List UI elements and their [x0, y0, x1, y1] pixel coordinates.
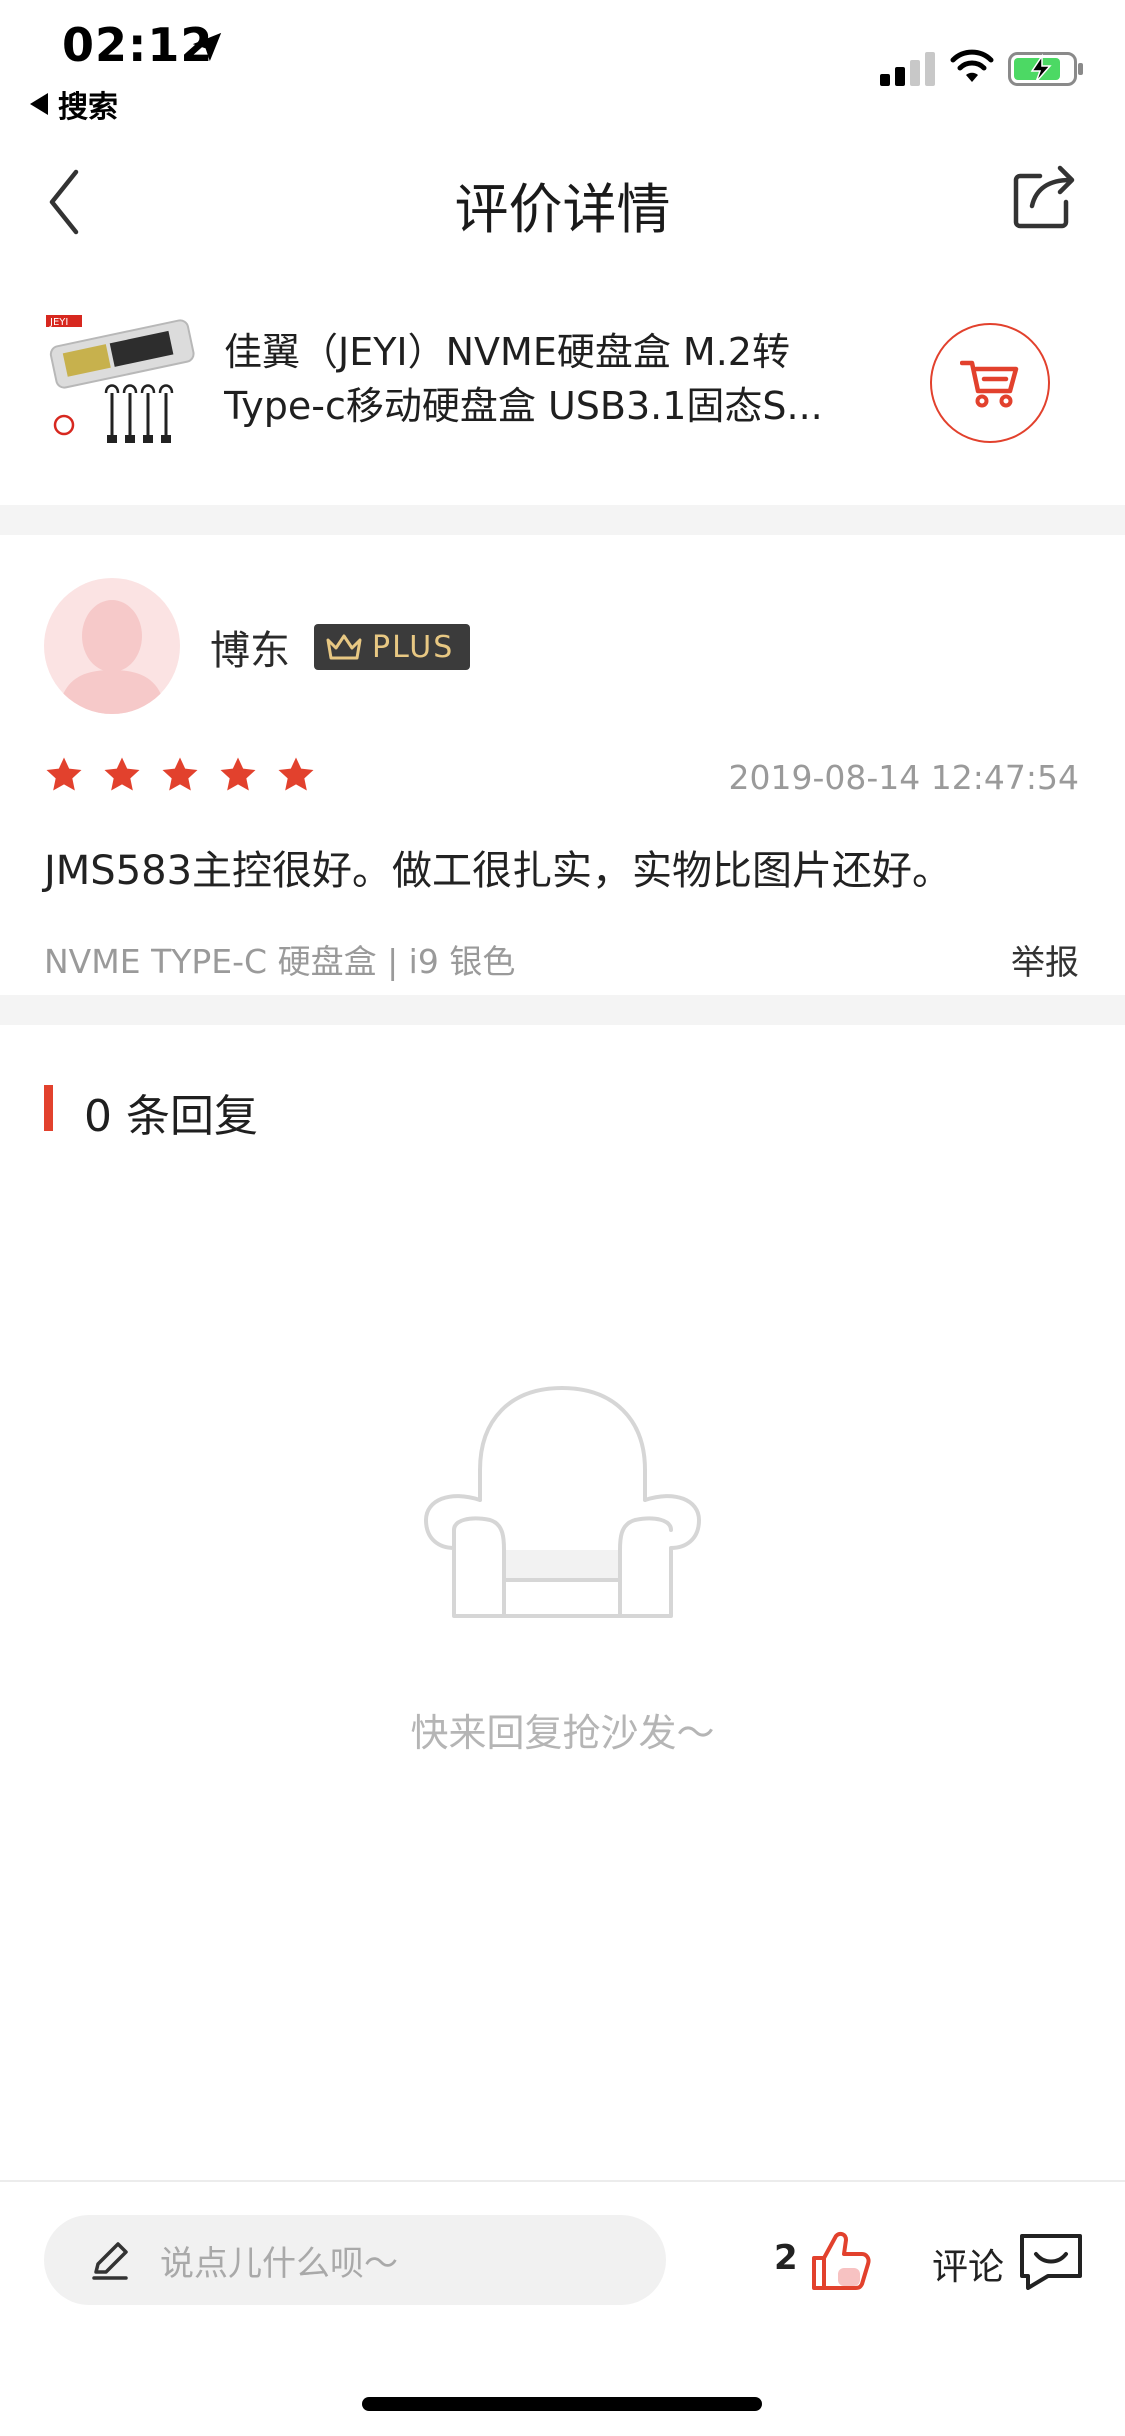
product-title-line1: 佳翼（JEYI）NVME硬盘盒 M.2转 [224, 330, 790, 374]
back-app-label: 搜索 [58, 90, 118, 125]
back-to-app-button[interactable]: 搜索 [30, 82, 118, 126]
product-title: 佳翼（JEYI）NVME硬盘盒 M.2转 Type-c移动硬盘盒 USB3.1固… [224, 325, 904, 433]
star-icon [278, 757, 314, 791]
product-title-line2: Type-c移动硬盘盒 USB3.1固态S... [224, 384, 823, 428]
empty-state-text: 快来回复抢沙发～ [410, 1711, 715, 1755]
like-count: 2 [774, 2238, 798, 2278]
star-icon [46, 757, 82, 791]
report-button[interactable]: 举报 [1011, 935, 1079, 984]
star-icon [220, 757, 256, 791]
cart-icon [960, 360, 1019, 408]
section-divider [0, 995, 1125, 1025]
rating-stars [44, 755, 316, 795]
product-card[interactable]: JEYI 佳翼（JEYI）NVME硬盘盒 M.2转 Type-c移动硬盘盒 US… [42, 305, 1082, 460]
thumb-brand-text: JEYI [49, 317, 68, 328]
pencil-icon [92, 2242, 128, 2280]
battery-charging-icon [1008, 52, 1083, 86]
empty-sofa-icon [424, 1386, 701, 1618]
plus-badge-label: PLUS [372, 629, 455, 665]
share-icon[interactable] [1010, 162, 1080, 232]
section-accent-bar [44, 1085, 53, 1131]
status-bar: 02:12 搜索 [0, 0, 1125, 130]
crown-icon [326, 634, 362, 660]
review-text: JMS583主控很好。做工很扎实，实物比图片还好。 [44, 848, 953, 894]
comment-input[interactable]: 说点儿什么呗～ [44, 2215, 666, 2305]
comment-icon[interactable] [1018, 2230, 1084, 2290]
comment-input-placeholder: 说点儿什么呗～ [160, 2243, 398, 2284]
review-spec: NVME TYPE-C 硬盘盒 | i9 银色 [44, 942, 516, 981]
back-triangle-icon [30, 93, 48, 115]
thumbs-up-icon[interactable] [808, 2228, 874, 2294]
section-divider [0, 505, 1125, 535]
default-avatar-icon [58, 600, 166, 714]
star-icon [104, 757, 140, 791]
nav-bar: 评价详情 [0, 130, 1125, 270]
plus-badge: PLUS [314, 624, 470, 670]
cellular-signal-icon [880, 52, 935, 86]
avatar[interactable] [44, 578, 180, 714]
reply-count-heading: 0 条回复 [84, 1091, 258, 1142]
location-arrow-icon [192, 32, 222, 62]
bottom-bar-divider [0, 2180, 1125, 2182]
product-thumbnail: JEYI [46, 315, 195, 443]
comment-button-label[interactable]: 评论 [932, 2238, 1004, 2290]
reviewer-name: 博东 [210, 628, 290, 674]
wifi-icon [950, 49, 994, 82]
review-date: 2019-08-14 12:47:54 [728, 758, 1079, 797]
add-to-cart-button[interactable] [930, 323, 1050, 443]
home-indicator [362, 2397, 762, 2411]
page-title: 评价详情 [454, 178, 671, 241]
star-icon [162, 757, 198, 791]
